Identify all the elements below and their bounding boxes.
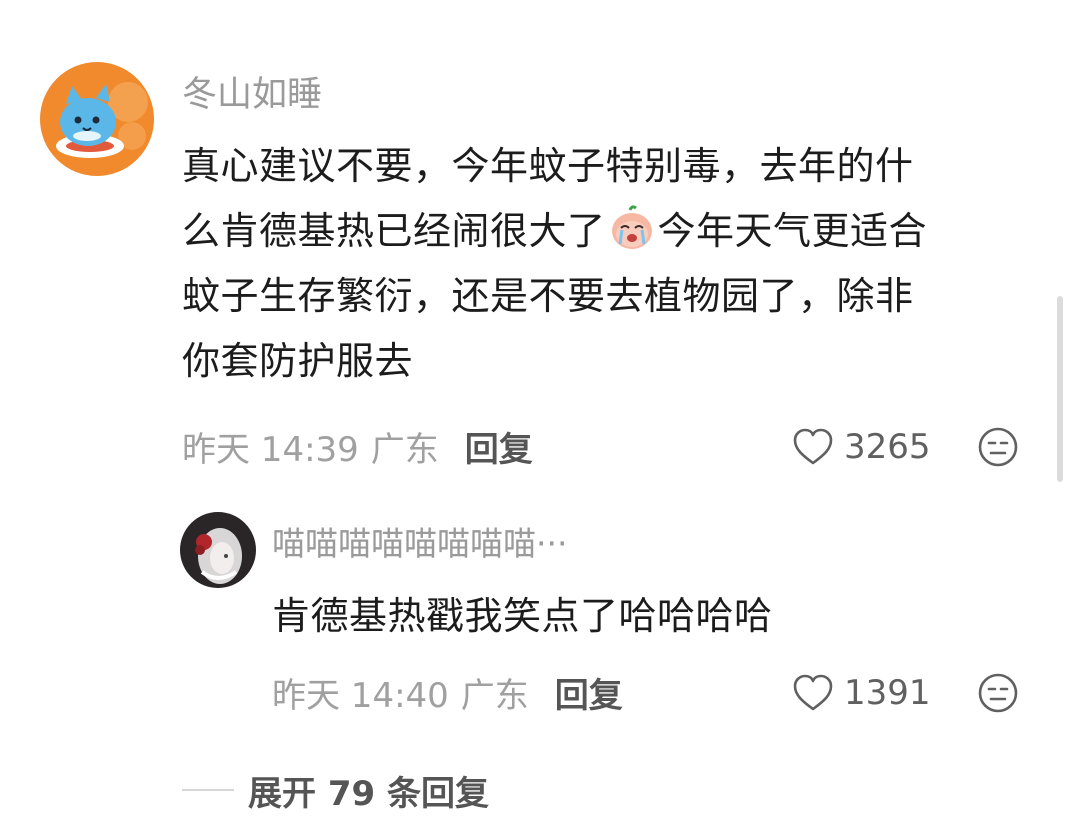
heart-icon xyxy=(793,428,833,465)
reply-location: 广东 xyxy=(460,675,529,716)
reply-text: 肯德基热戳我笑点了哈哈哈哈 xyxy=(272,594,773,638)
neutral-face-icon xyxy=(978,427,1018,467)
replier-avatar[interactable] xyxy=(180,512,256,588)
expand-replies-button[interactable]: 展开 79 条回复 xyxy=(182,766,489,814)
expand-replies-label: 展开 79 条回复 xyxy=(248,773,489,814)
divider-line xyxy=(182,789,234,791)
crying-face-emoji-icon xyxy=(611,205,652,249)
dislike-button[interactable] xyxy=(976,425,1020,469)
reply-like-button[interactable]: 1391 xyxy=(792,670,931,716)
comment-time: 昨天 14:39 xyxy=(182,429,359,470)
heart-icon xyxy=(793,674,833,711)
reply-dislike-button[interactable] xyxy=(976,671,1020,715)
replier-username[interactable]: 喵喵喵喵喵喵喵喵··· xyxy=(272,522,567,566)
scrollbar-thumb[interactable] xyxy=(1057,296,1063,482)
comment-line-part: 么肯德基热已经闹很大了 xyxy=(182,209,606,253)
comment-line: 么肯德基热已经闹很大了 今年天气更适合 xyxy=(182,199,1032,264)
comment-line: 蚊子生存繁衍，还是不要去植物园了，除非 xyxy=(182,274,914,318)
comment-line-part: 今年天气更适合 xyxy=(657,209,928,253)
commenter-username[interactable]: 冬山如睡 xyxy=(182,72,322,118)
comment-line: 真心建议不要，今年蚊子特别毒，去年的什 xyxy=(182,144,914,188)
reply-to-reply-button[interactable]: 回复 xyxy=(555,668,623,717)
reply-button[interactable]: 回复 xyxy=(465,422,533,471)
commenter-avatar[interactable] xyxy=(40,62,154,176)
reply-like-count: 1391 xyxy=(844,673,931,713)
comment-location: 广东 xyxy=(370,429,439,470)
reply-meta: 昨天 14:40 广东 回复 xyxy=(272,668,623,716)
cat-avatar-icon xyxy=(40,62,154,176)
like-count: 3265 xyxy=(844,427,931,467)
comment-text: 真心建议不要，今年蚊子特别毒，去年的什 么肯德基热已经闹很大了 今年天气更适合 … xyxy=(182,134,1032,394)
comment-meta: 昨天 14:39 广东 回复 xyxy=(182,422,533,470)
reply-time: 昨天 14:40 xyxy=(272,675,449,716)
comment-line: 你套防护服去 xyxy=(182,339,414,383)
like-button[interactable]: 3265 xyxy=(792,424,931,470)
neutral-face-icon xyxy=(978,673,1018,713)
anime-girl-avatar-icon xyxy=(180,512,256,588)
